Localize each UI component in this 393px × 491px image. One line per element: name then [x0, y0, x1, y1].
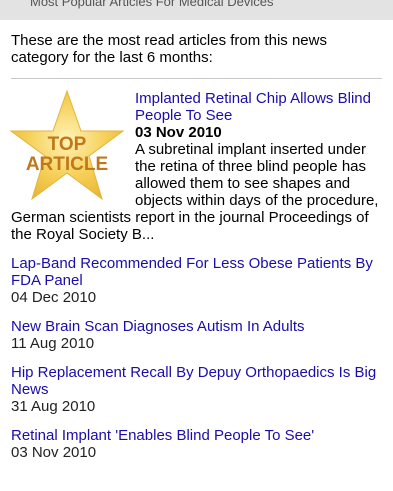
- article-link[interactable]: New Brain Scan Diagnoses Autism In Adult…: [11, 318, 304, 335]
- intro-text: These are the most read articles from th…: [11, 32, 327, 66]
- article-date: 03 Nov 2010: [11, 444, 97, 461]
- featured-article-date: 03 Nov 2010: [135, 124, 222, 141]
- section-header: Most Popular Articles For Medical Device…: [0, 0, 393, 20]
- top-article-star-icon: TOP ARTICLE: [9, 89, 125, 201]
- list-item: Retinal Implant 'Enables Blind People To…: [11, 427, 382, 461]
- featured-article: TOP ARTICLE Implanted Retinal Chip Allow…: [9, 89, 382, 243]
- featured-article-link[interactable]: Implanted Retinal Chip Allows Blind Peop…: [135, 90, 371, 124]
- list-item: New Brain Scan Diagnoses Autism In Adult…: [11, 318, 382, 352]
- article-link[interactable]: Lap-Band Recommended For Less Obese Pati…: [11, 255, 373, 289]
- article-link[interactable]: Retinal Implant 'Enables Blind People To…: [11, 427, 314, 444]
- badge-line-article: ARTICLE: [26, 154, 108, 175]
- badge-line-top: TOP: [48, 134, 87, 155]
- list-item: Lap-Band Recommended For Less Obese Pati…: [11, 255, 382, 306]
- section-title: Most Popular Articles For Medical Device…: [30, 0, 274, 9]
- article-link[interactable]: Hip Replacement Recall By Depuy Orthopae…: [11, 364, 376, 398]
- article-date: 31 Aug 2010: [11, 398, 96, 415]
- content: These are the most read articles from th…: [0, 32, 393, 461]
- article-date: 04 Dec 2010: [11, 289, 97, 306]
- list-item: Hip Replacement Recall By Depuy Orthopae…: [11, 364, 382, 415]
- article-date: 11 Aug 2010: [11, 335, 95, 352]
- article-list: Lap-Band Recommended For Less Obese Pati…: [11, 255, 382, 461]
- divider: [11, 78, 382, 79]
